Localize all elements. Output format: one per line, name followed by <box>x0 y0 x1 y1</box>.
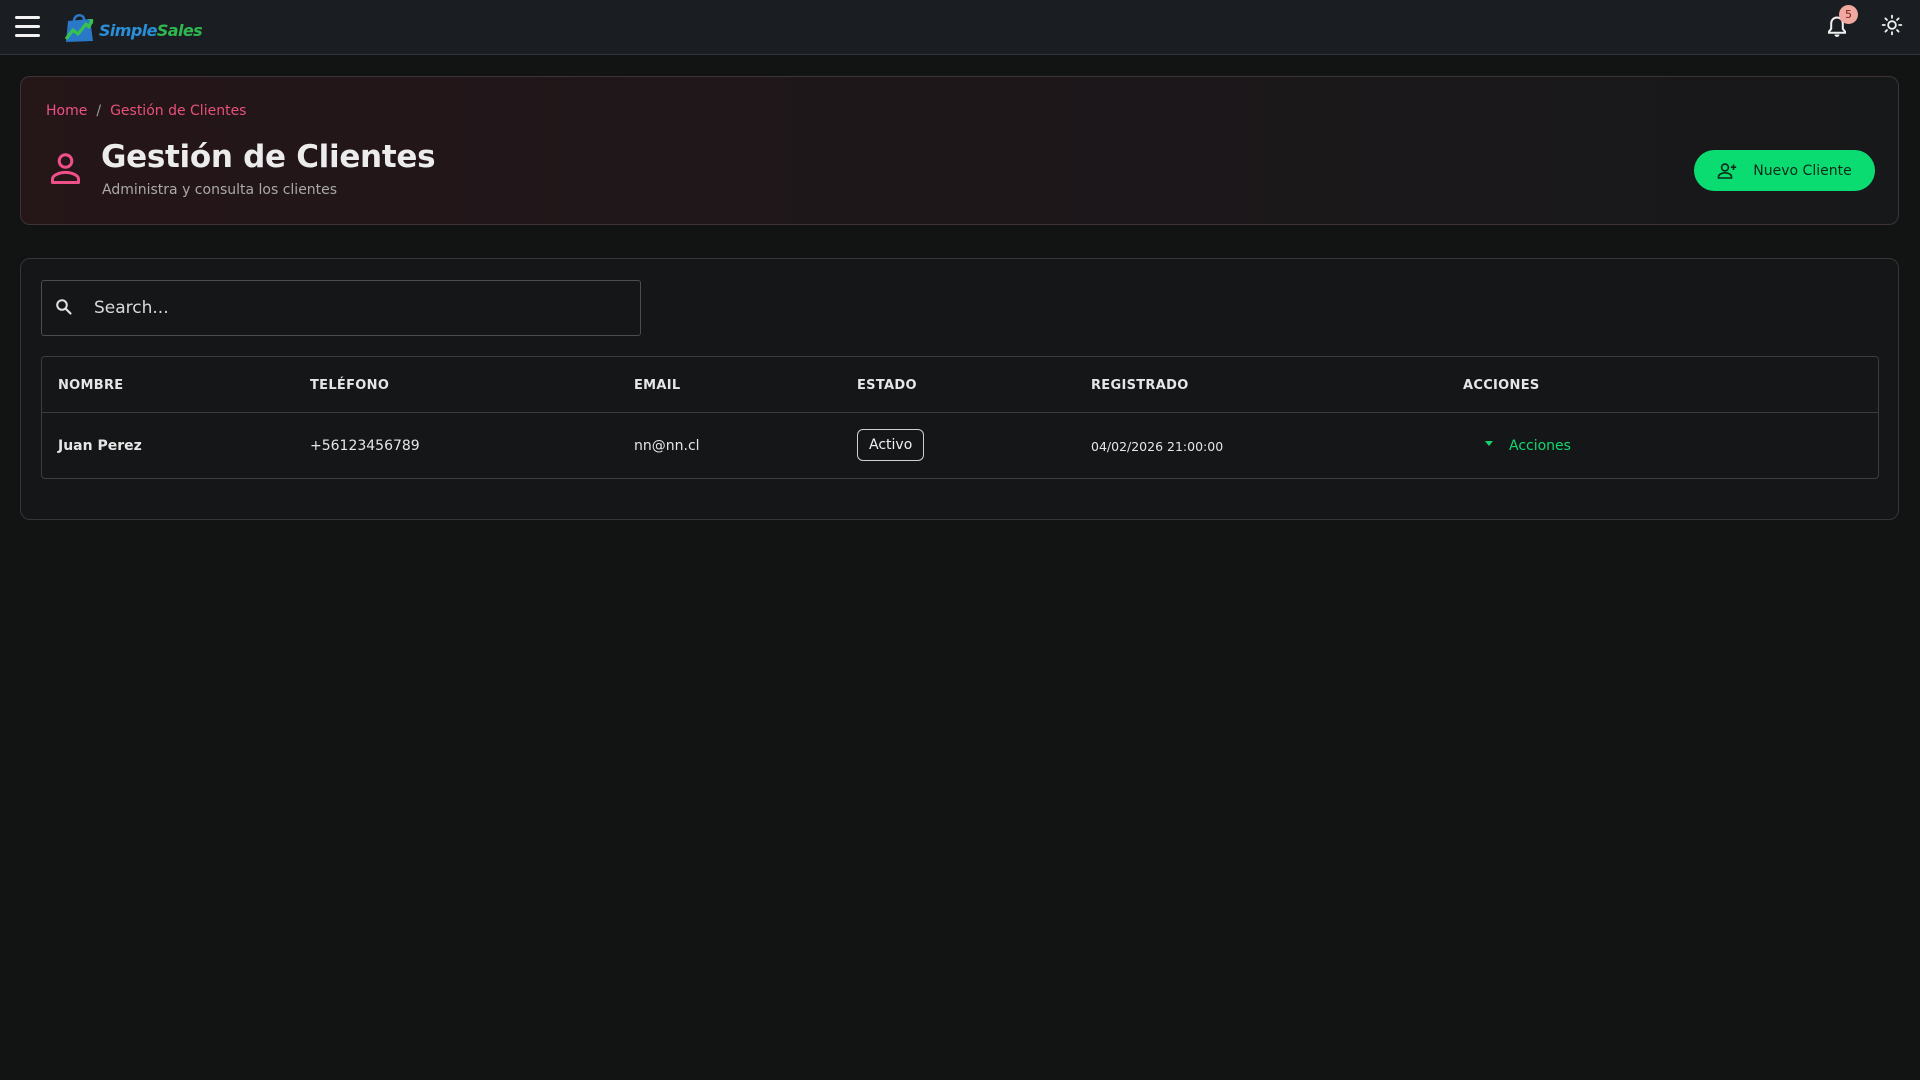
brand-name-part2: Sales <box>156 20 203 40</box>
table-header-row: NOMBRE TELÉFONO EMAIL ESTADO REGISTRADO … <box>42 357 1878 413</box>
search-input[interactable] <box>94 293 624 323</box>
cell-nombre: Juan Perez <box>58 438 142 454</box>
hamburger-menu-icon[interactable] <box>15 16 40 38</box>
page-header-card: Home / Gestión de Clientes Gestión de Cl… <box>20 76 1899 225</box>
column-header-acciones: ACCIONES <box>1463 378 1540 393</box>
notification-count-badge: 5 <box>1839 5 1858 24</box>
app-logo[interactable]: SimpleSales <box>64 9 203 45</box>
column-header-nombre[interactable]: NOMBRE <box>58 378 123 393</box>
column-header-registrado[interactable]: REGISTRADO <box>1091 378 1189 393</box>
actions-button-label: Acciones <box>1509 438 1571 454</box>
page-subtitle: Administra y consulta los clientes <box>102 182 338 198</box>
person-add-icon <box>1717 162 1737 179</box>
column-header-telefono[interactable]: TELÉFONO <box>310 378 389 393</box>
cell-registrado: 04/02/2026 21:00:00 <box>1091 439 1224 454</box>
top-app-bar: SimpleSales 5 <box>0 0 1920 55</box>
table-row[interactable]: Juan Perez +56123456789 nn@nn.cl Activo … <box>42 413 1878 478</box>
sun-icon[interactable] <box>1881 14 1903 36</box>
breadcrumb: Home / Gestión de Clientes <box>46 103 246 119</box>
cell-telefono: +56123456789 <box>310 438 420 454</box>
clients-table-card: NOMBRE TELÉFONO EMAIL ESTADO REGISTRADO … <box>20 258 1899 520</box>
column-header-email[interactable]: EMAIL <box>634 378 681 393</box>
actions-dropdown-button[interactable]: Acciones <box>1485 432 1571 460</box>
brand-name: SimpleSales <box>99 20 203 40</box>
breadcrumb-separator: / <box>96 103 102 119</box>
new-client-button[interactable]: Nuevo Cliente <box>1694 150 1875 191</box>
brand-name-part1: Simple <box>99 20 157 40</box>
person-icon <box>51 153 80 184</box>
breadcrumb-home-link[interactable]: Home <box>46 103 87 119</box>
caret-down-icon <box>1485 440 1493 446</box>
page-title: Gestión de Clientes <box>101 139 436 175</box>
search-icon <box>56 299 72 315</box>
clients-table: NOMBRE TELÉFONO EMAIL ESTADO REGISTRADO … <box>41 356 1879 479</box>
search-field[interactable] <box>41 280 641 336</box>
breadcrumb-current: Gestión de Clientes <box>110 103 247 119</box>
new-client-button-label: Nuevo Cliente <box>1753 162 1852 179</box>
column-header-estado[interactable]: ESTADO <box>857 378 917 393</box>
status-badge: Activo <box>857 429 925 461</box>
logo-bag-icon <box>64 13 94 42</box>
cell-email: nn@nn.cl <box>634 438 700 454</box>
